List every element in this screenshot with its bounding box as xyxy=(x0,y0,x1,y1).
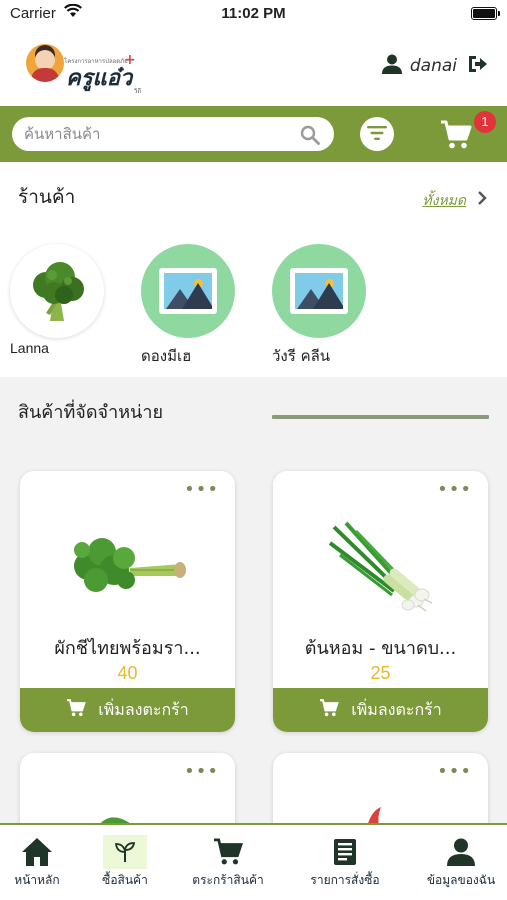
app-logo[interactable]: โครงการอาหารปลอดภัย ครูแอ๋ว + วิถี xyxy=(26,44,146,95)
shop-item[interactable]: วังรี คลีน xyxy=(272,244,366,368)
section-divider xyxy=(272,415,489,419)
tab-label: รายการสั่งซื้อ xyxy=(310,873,380,887)
tab-label: ตระกร้าสินค้า xyxy=(192,873,264,887)
tab-profile[interactable]: ข้อมูลของฉัน xyxy=(420,835,502,890)
product-card[interactable]: ••• ต้นหอม - ขนาดบ... 25 เพิ่มลงตะกร้า xyxy=(273,471,488,732)
product-image xyxy=(273,507,488,627)
add-to-cart-button[interactable]: เพิ่มลงตะกร้า xyxy=(20,688,235,732)
cart-icon xyxy=(66,699,87,721)
tab-shop[interactable]: ซื้อสินค้า xyxy=(92,835,158,890)
shop-avatar xyxy=(272,244,366,338)
logo-portrait xyxy=(26,44,64,82)
cart-icon xyxy=(319,699,340,721)
tab-home[interactable]: หน้าหลัก xyxy=(6,835,68,890)
product-price: 25 xyxy=(370,663,391,683)
status-bar: Carrier 11:02 PM xyxy=(0,0,507,28)
sprout-icon xyxy=(103,835,147,869)
user-area: danai xyxy=(381,54,487,78)
user-icon xyxy=(381,54,402,78)
logo-brand: ครูแอ๋ว xyxy=(66,66,133,91)
product-name: ต้นหอม - ขนาดบ... xyxy=(304,638,457,659)
search-bar: 1 xyxy=(0,106,507,162)
clock: 11:02 PM xyxy=(221,5,286,22)
shop-name: Lanna xyxy=(10,340,49,356)
tab-orders[interactable]: รายการสั่งซื้อ xyxy=(302,835,388,890)
product-card[interactable]: ••• ผักชีไทยพร้อมรา... 40 เพิ่มลงตะกร้า xyxy=(20,471,235,732)
tab-label: หน้าหลัก xyxy=(14,873,60,887)
shop-avatar xyxy=(10,244,104,338)
search-input[interactable] xyxy=(24,117,294,151)
spring-onion-image xyxy=(328,521,432,612)
more-options-icon[interactable]: ••• xyxy=(184,763,219,781)
battery-icon xyxy=(471,7,500,20)
cart-count-badge: 1 xyxy=(474,111,496,133)
image-placeholder-icon xyxy=(159,268,217,314)
shops-title: ร้านค้า xyxy=(18,186,76,208)
add-to-cart-label: เพิ่มลงตะกร้า xyxy=(98,699,189,719)
filter-icon xyxy=(367,125,387,144)
chevron-right-icon[interactable] xyxy=(477,190,487,210)
add-to-cart-label: เพิ่มลงตะกร้า xyxy=(351,699,442,719)
shops-section: ร้านค้า ทั้งหมด Lanna ดองมีเฮ วังรี คลีน xyxy=(0,162,507,377)
receipt-icon xyxy=(302,835,388,869)
broccoli-image xyxy=(33,262,84,321)
more-options-icon[interactable]: ••• xyxy=(437,763,472,781)
products-title: สินค้าที่จัดจำหน่าย xyxy=(18,402,164,423)
cart-icon xyxy=(186,835,270,869)
cart-icon xyxy=(440,120,472,154)
more-options-icon[interactable]: ••• xyxy=(184,481,219,499)
coriander-image xyxy=(73,538,186,592)
search-box xyxy=(12,117,334,151)
app-header: โครงการอาหารปลอดภัย ครูแอ๋ว + วิถี danai xyxy=(0,28,507,106)
tab-cart[interactable]: ตระกร้าสินค้า xyxy=(186,835,270,890)
more-options-icon[interactable]: ••• xyxy=(437,481,472,499)
search-icon[interactable] xyxy=(300,125,320,149)
logo-sub: วิถี xyxy=(134,88,142,95)
image-placeholder-icon xyxy=(290,268,348,314)
shops-view-all-link[interactable]: ทั้งหมด xyxy=(422,190,466,212)
logo-plus-mark: + xyxy=(124,52,136,68)
app-screen: Carrier 11:02 PM โครงการอาหารปลอดภัย ครู… xyxy=(0,0,507,900)
product-name: ผักชีไทยพร้อมรา... xyxy=(54,638,201,659)
logout-icon[interactable] xyxy=(467,55,487,77)
product-price: 40 xyxy=(117,663,138,683)
product-image xyxy=(20,507,235,627)
user-icon xyxy=(420,835,502,869)
cart-button[interactable]: 1 xyxy=(440,111,496,150)
shop-item[interactable]: Lanna xyxy=(10,244,104,356)
shop-avatar xyxy=(141,244,235,338)
tab-label: ซื้อสินค้า xyxy=(102,873,148,887)
shop-name: ดองมีเฮ xyxy=(141,347,192,365)
tab-label: ข้อมูลของฉัน xyxy=(426,873,496,887)
shop-item[interactable]: ดองมีเฮ xyxy=(141,244,235,368)
shop-name: วังรี คลีน xyxy=(272,347,331,365)
home-icon xyxy=(6,835,68,869)
bottom-tab-bar: หน้าหลัก ซื้อสินค้า ตระกร้าสินค้า รายการ… xyxy=(0,823,507,900)
add-to-cart-button[interactable]: เพิ่มลงตะกร้า xyxy=(273,688,488,732)
username[interactable]: danai xyxy=(410,56,457,76)
filter-button[interactable] xyxy=(360,117,394,151)
